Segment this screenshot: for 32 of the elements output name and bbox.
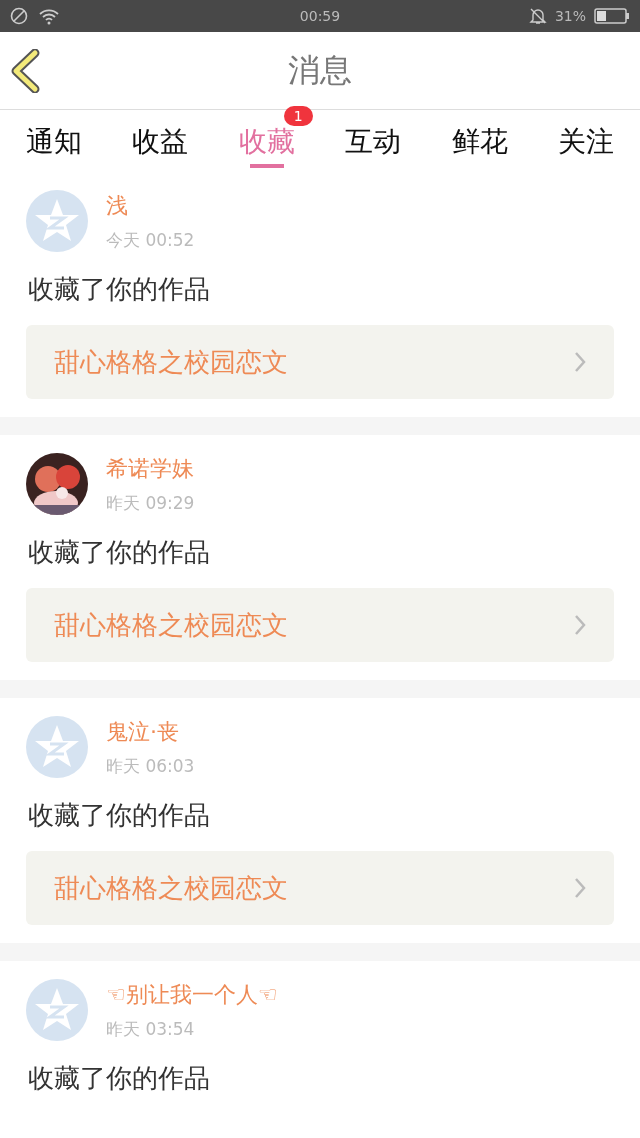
battery-icon	[594, 8, 630, 24]
message-text: 收藏了你的作品	[28, 1062, 211, 1095]
avatar-icon	[26, 716, 88, 778]
message-time: 今天 00:52	[106, 228, 195, 252]
muted-bell-icon	[528, 7, 547, 25]
blocked-icon	[10, 7, 28, 25]
tab[interactable]: 互动	[341, 110, 406, 170]
wifi-icon	[38, 7, 60, 25]
message-time: 昨天 09:29	[106, 491, 195, 515]
message-time: 昨天 03:54	[106, 1017, 196, 1041]
avatar-icon	[26, 979, 88, 1041]
status-time: 00:59	[299, 8, 341, 24]
chevron-right-icon	[574, 877, 586, 899]
user-name: 鬼泣·丧	[106, 717, 180, 746]
battery-percent: 31%	[554, 8, 586, 24]
page-title: 消息	[288, 49, 352, 91]
user-name: 浅	[106, 191, 129, 220]
avatar-icon	[26, 190, 88, 252]
tab[interactable]: 鲜花	[447, 110, 512, 170]
tab[interactable]: 关注	[553, 110, 618, 170]
message-time: 昨天 06:03	[106, 754, 195, 778]
tab[interactable]: 通知	[22, 110, 86, 170]
message-text: 收藏了你的作品	[28, 536, 211, 569]
chevron-right-icon	[574, 614, 586, 636]
chevron-right-icon	[574, 351, 586, 373]
tab[interactable]: 收益	[128, 110, 193, 170]
back-chevron-icon	[10, 48, 40, 93]
user-name: ☜别让我一个人☜	[106, 980, 278, 1009]
count-badge: 1	[283, 106, 313, 126]
message-text: 收藏了你的作品	[28, 799, 211, 832]
user-name: 希诺学妹	[106, 454, 195, 483]
message-text: 收藏了你的作品	[28, 273, 211, 306]
